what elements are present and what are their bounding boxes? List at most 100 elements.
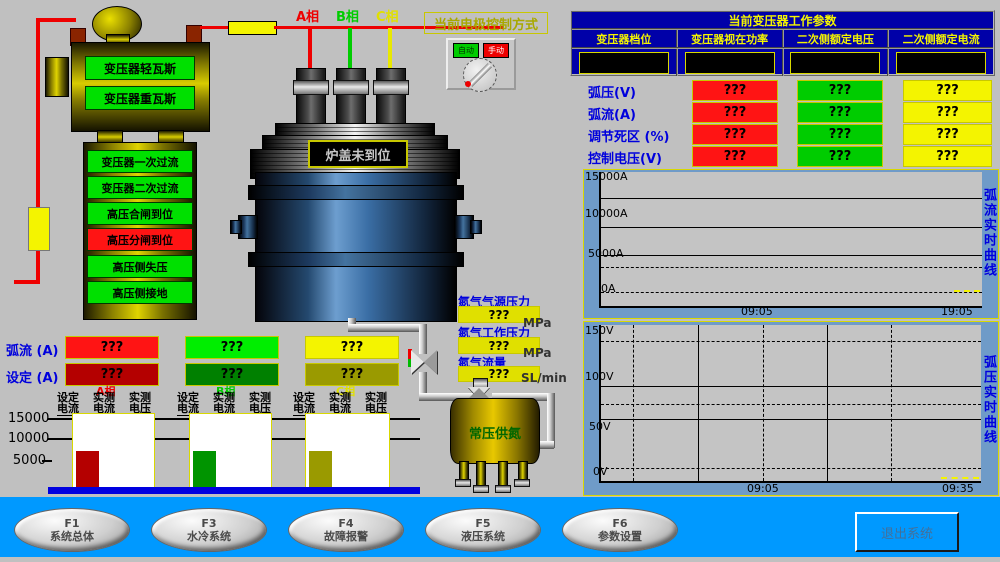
vessel-foot bbox=[514, 479, 530, 487]
nav-f5-hydraulic-system[interactable]: F5 液压系统 bbox=[425, 508, 541, 552]
knob-handle bbox=[468, 63, 492, 87]
bar-set-current-c bbox=[309, 451, 332, 488]
tick-5000 bbox=[42, 460, 52, 462]
transformer-radiator bbox=[45, 57, 69, 97]
n2-valve-left-wing[interactable] bbox=[411, 350, 424, 374]
arc-current-trend-chart: 15000A 10000A 5000A 0A 09:05 19:05 弧流实时曲… bbox=[583, 169, 999, 319]
tap-position-value bbox=[579, 52, 669, 74]
arc-current-b: ??? bbox=[797, 102, 883, 123]
pipe bbox=[547, 393, 555, 448]
n2-valve-right-wing[interactable] bbox=[424, 350, 437, 374]
trend-cursor bbox=[954, 290, 980, 292]
electrode-control-panel: 自动 手动 bbox=[446, 38, 516, 90]
electrode-b-clamp bbox=[333, 80, 369, 95]
mode-selector-knob[interactable] bbox=[463, 58, 497, 92]
bars-baseline bbox=[48, 487, 420, 494]
auto-mode-button[interactable]: 自动 bbox=[453, 43, 479, 58]
furnace-flange-upper bbox=[248, 185, 464, 200]
secondary-rated-current-value bbox=[896, 52, 986, 74]
nav-f4-fault-alarm[interactable]: F4 故障报警 bbox=[288, 508, 404, 552]
deadband-a: ??? bbox=[692, 124, 778, 145]
alarm-hv-open-in-place: 高压分闸到位 bbox=[87, 228, 193, 251]
alarm-secondary-overcurrent: 变压器二次过流 bbox=[87, 176, 193, 199]
bars-panel-phase-a bbox=[72, 413, 155, 489]
phase-set-current-label: 设定 (A) bbox=[6, 367, 58, 386]
x-tick: 09:05 bbox=[741, 305, 773, 318]
flabel: 水冷系统 bbox=[187, 530, 231, 543]
nitrogen-vessel-label: 常压供氮 bbox=[451, 423, 539, 442]
arc-voltage-c: ??? bbox=[903, 80, 992, 101]
params-table-header-row: 变压器档位 变压器视在功率 二次侧额定电压 二次侧额定电流 bbox=[572, 30, 993, 47]
fkey: F6 bbox=[612, 517, 627, 530]
trend-cursor bbox=[941, 477, 979, 479]
knob-position-dot bbox=[465, 81, 471, 87]
secondary-rated-voltage-value bbox=[790, 52, 880, 74]
y-tick: 5000A bbox=[588, 247, 624, 260]
bar-set-current-a bbox=[76, 451, 99, 488]
deadband-label: 调节死区 (%) bbox=[588, 126, 669, 145]
y-tick: 150V bbox=[585, 324, 614, 337]
params-table-value-row bbox=[572, 47, 993, 76]
bar-set-current-b bbox=[193, 451, 216, 488]
arc-current-a-value: ??? bbox=[65, 336, 159, 359]
control-voltage-c: ??? bbox=[903, 146, 992, 167]
vessel-foot bbox=[495, 485, 511, 493]
fuse-element bbox=[28, 207, 50, 251]
busbar bbox=[228, 21, 277, 35]
y-tick: 50V bbox=[589, 420, 611, 433]
arc-voltage-b: ??? bbox=[797, 80, 883, 101]
y-tick: 15000A bbox=[585, 170, 628, 183]
arc-current-b-value: ??? bbox=[185, 336, 279, 359]
n2-flow-unit: SL/min bbox=[521, 371, 567, 385]
phase-a-drop bbox=[308, 28, 312, 70]
furnace-flange-lower bbox=[248, 252, 464, 267]
hv-wire-top bbox=[36, 18, 76, 22]
lid-status-label: 炉盖未到位 bbox=[308, 140, 408, 168]
col-apparent-power: 变压器视在功率 bbox=[676, 30, 782, 47]
electrode-a-clamp bbox=[293, 80, 329, 95]
phase-c-drop bbox=[388, 28, 392, 70]
transformer-params-table: 当前变压器工作参数 变压器档位 变压器视在功率 二次侧额定电压 二次侧额定电流 bbox=[570, 10, 995, 76]
arc-voltage-a: ??? bbox=[692, 80, 778, 101]
fkey: F1 bbox=[64, 517, 79, 530]
nav-f3-cooling-system[interactable]: F3 水冷系统 bbox=[151, 508, 267, 552]
nitrogen-vessel: 常压供氮 bbox=[450, 398, 540, 464]
arc-current-plot-area bbox=[599, 172, 982, 308]
phase-a-label: A相 bbox=[296, 6, 319, 25]
bars-panel-phase-b bbox=[189, 413, 272, 489]
bars-panel-phase-c bbox=[305, 413, 390, 489]
alarm-transformer-light-gas: 变压器轻瓦斯 bbox=[85, 56, 195, 80]
fkey: F3 bbox=[201, 517, 216, 530]
x-tick: 19:05 bbox=[941, 305, 973, 318]
params-table-title: 当前变压器工作参数 bbox=[572, 12, 993, 30]
alarm-primary-overcurrent: 变压器一次过流 bbox=[87, 150, 193, 173]
col-secondary-rated-current: 二次侧额定电流 bbox=[887, 30, 993, 47]
bus-link-wire bbox=[200, 26, 230, 29]
y-tick: 100V bbox=[585, 370, 614, 383]
x-tick: 09:05 bbox=[747, 482, 779, 495]
y-tick: 0A bbox=[601, 282, 616, 295]
arc-voltage-trend-title: 弧压实时曲线 bbox=[979, 355, 998, 445]
furnace-nozzle-right-stub bbox=[470, 220, 482, 234]
electrode-a bbox=[296, 68, 326, 128]
nav-f6-parameter-settings[interactable]: F6 参数设置 bbox=[562, 508, 678, 552]
arc-voltage-plot-area bbox=[599, 325, 981, 483]
manual-mode-button[interactable]: 手动 bbox=[483, 43, 509, 58]
bottom-gray-strip bbox=[0, 557, 1000, 562]
alarm-hv-grounded: 高压侧接地 bbox=[87, 281, 193, 304]
electrode-c-clamp bbox=[373, 80, 409, 95]
control-voltage-a: ??? bbox=[692, 146, 778, 167]
exit-system-button[interactable]: 退出系统 bbox=[855, 512, 959, 552]
flabel: 故障报警 bbox=[324, 530, 368, 543]
pipe bbox=[348, 324, 426, 332]
deadband-c: ??? bbox=[903, 124, 992, 145]
col-secondary-rated-voltage: 二次侧额定电压 bbox=[782, 30, 888, 47]
apparent-power-value bbox=[685, 52, 775, 74]
hv-wire-bottom bbox=[14, 280, 40, 284]
control-voltage-b: ??? bbox=[797, 146, 883, 167]
nav-f1-system-overview[interactable]: F1 系统总体 bbox=[14, 508, 130, 552]
scada-furnace-screen: 变压器轻瓦斯 变压器重瓦斯 变压器一次过流 变压器二次过流 高压合闸到位 高压分… bbox=[0, 0, 1000, 562]
vessel-foot bbox=[455, 479, 471, 487]
phase-b-label: B相 bbox=[336, 6, 359, 25]
phase-arc-current-label: 弧流 (A) bbox=[6, 340, 58, 359]
